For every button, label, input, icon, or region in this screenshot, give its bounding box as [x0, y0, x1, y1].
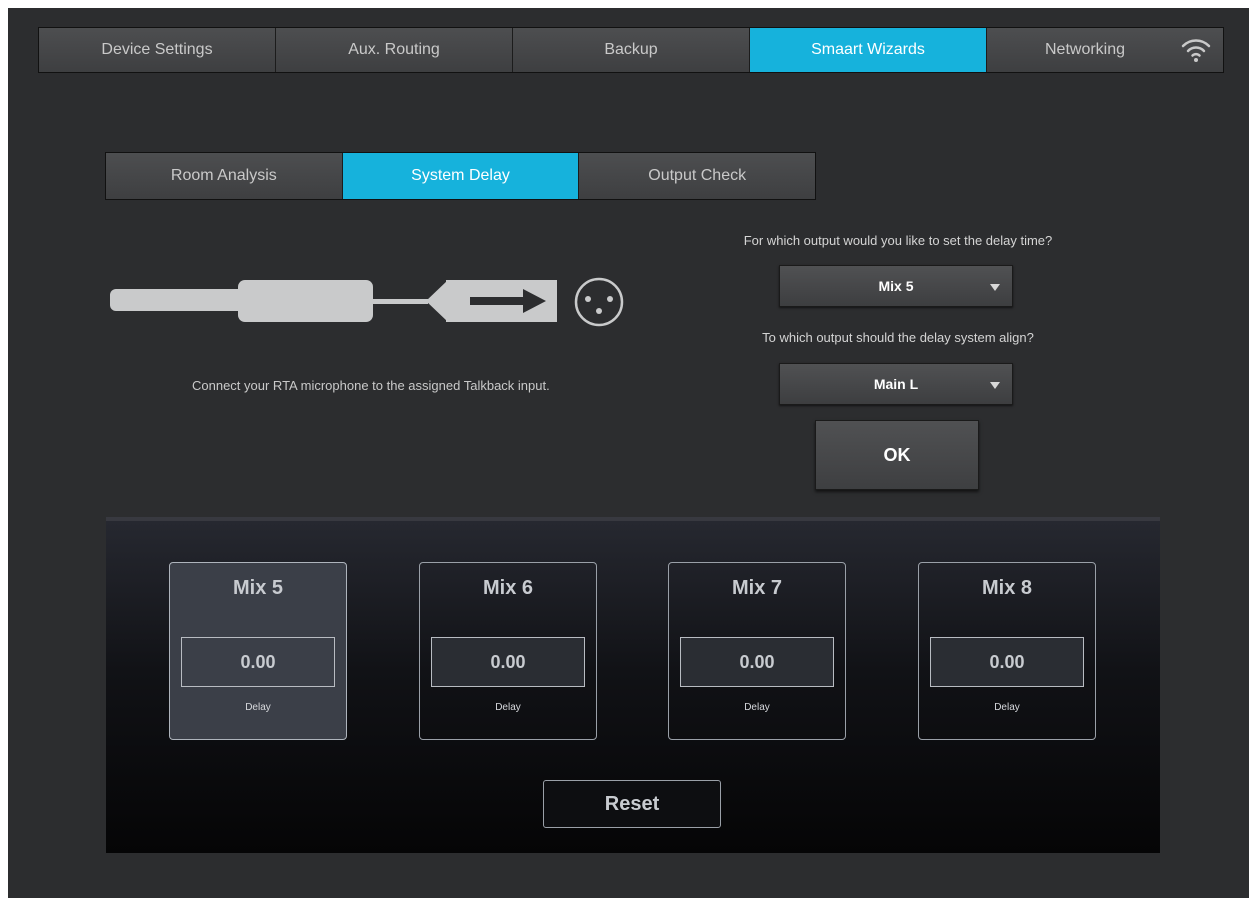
delay-label: Delay — [994, 702, 1020, 713]
tab-label: System Delay — [411, 167, 510, 184]
xlr-connector-icon — [574, 277, 624, 327]
output-select[interactable]: Mix 5 — [779, 265, 1013, 307]
top-tab-bar: Device Settings Aux. Routing Backup Smaa… — [38, 27, 1224, 73]
tab-output-check[interactable]: Output Check — [579, 153, 816, 199]
tab-label: Device Settings — [101, 41, 213, 58]
ok-button[interactable]: OK — [815, 420, 979, 490]
align-select-value: Main L — [873, 376, 919, 392]
mix-card-5[interactable]: Mix 5 0.00 Delay — [169, 562, 347, 740]
output-question: For which output would you like to set t… — [743, 233, 1053, 248]
app-window: Device Settings Aux. Routing Backup Smaa… — [8, 8, 1249, 898]
tab-label: Aux. Routing — [348, 41, 440, 58]
mix-name: Mix 7 — [731, 577, 783, 599]
tab-backup[interactable]: Backup — [513, 28, 750, 72]
delay-panel: Mix 5 0.00 Delay Mix 6 0.00 Delay Mix 7 … — [106, 517, 1160, 853]
tab-label: Backup — [604, 41, 658, 58]
mix-name: Mix 5 — [232, 577, 284, 599]
tab-room-analysis[interactable]: Room Analysis — [106, 153, 343, 199]
wizard-tab-bar: Room Analysis System Delay Output Check — [105, 152, 816, 200]
instruction-text: Connect your RTA microphone to the assig… — [192, 378, 550, 393]
mix-card-8[interactable]: Mix 8 0.00 Delay — [918, 562, 1096, 740]
delay-label: Delay — [744, 702, 770, 713]
delay-value-field[interactable]: 0.00 — [431, 637, 585, 687]
mix-name: Mix 6 — [482, 577, 534, 599]
tab-smaart-wizards[interactable]: Smaart Wizards — [750, 28, 987, 72]
wifi-icon — [1181, 39, 1211, 62]
output-select-value: Mix 5 — [878, 278, 914, 294]
reset-button[interactable]: Reset — [543, 780, 721, 828]
align-question: To which output should the delay system … — [762, 330, 1034, 345]
delay-value-field[interactable]: 0.00 — [181, 637, 335, 687]
mix-name: Mix 8 — [981, 577, 1033, 599]
delay-value-field[interactable]: 0.00 — [680, 637, 834, 687]
tab-aux-routing[interactable]: Aux. Routing — [276, 28, 513, 72]
delay-value-field[interactable]: 0.00 — [930, 637, 1084, 687]
delay-label: Delay — [245, 702, 271, 713]
xlr-cable-icon — [110, 277, 624, 327]
tab-label: Smaart Wizards — [811, 41, 925, 58]
mix-card-6[interactable]: Mix 6 0.00 Delay — [419, 562, 597, 740]
tab-label: Networking — [1044, 41, 1126, 58]
caret-down-icon — [990, 284, 1000, 291]
mix-card-7[interactable]: Mix 7 0.00 Delay — [668, 562, 846, 740]
tab-system-delay[interactable]: System Delay — [342, 153, 580, 199]
caret-down-icon — [990, 382, 1000, 389]
tab-label: Room Analysis — [170, 167, 277, 184]
tab-label: Output Check — [648, 167, 747, 184]
align-select[interactable]: Main L — [779, 363, 1013, 405]
tab-networking[interactable]: Networking — [987, 28, 1223, 72]
tab-device-settings[interactable]: Device Settings — [39, 28, 276, 72]
delay-label: Delay — [495, 702, 521, 713]
